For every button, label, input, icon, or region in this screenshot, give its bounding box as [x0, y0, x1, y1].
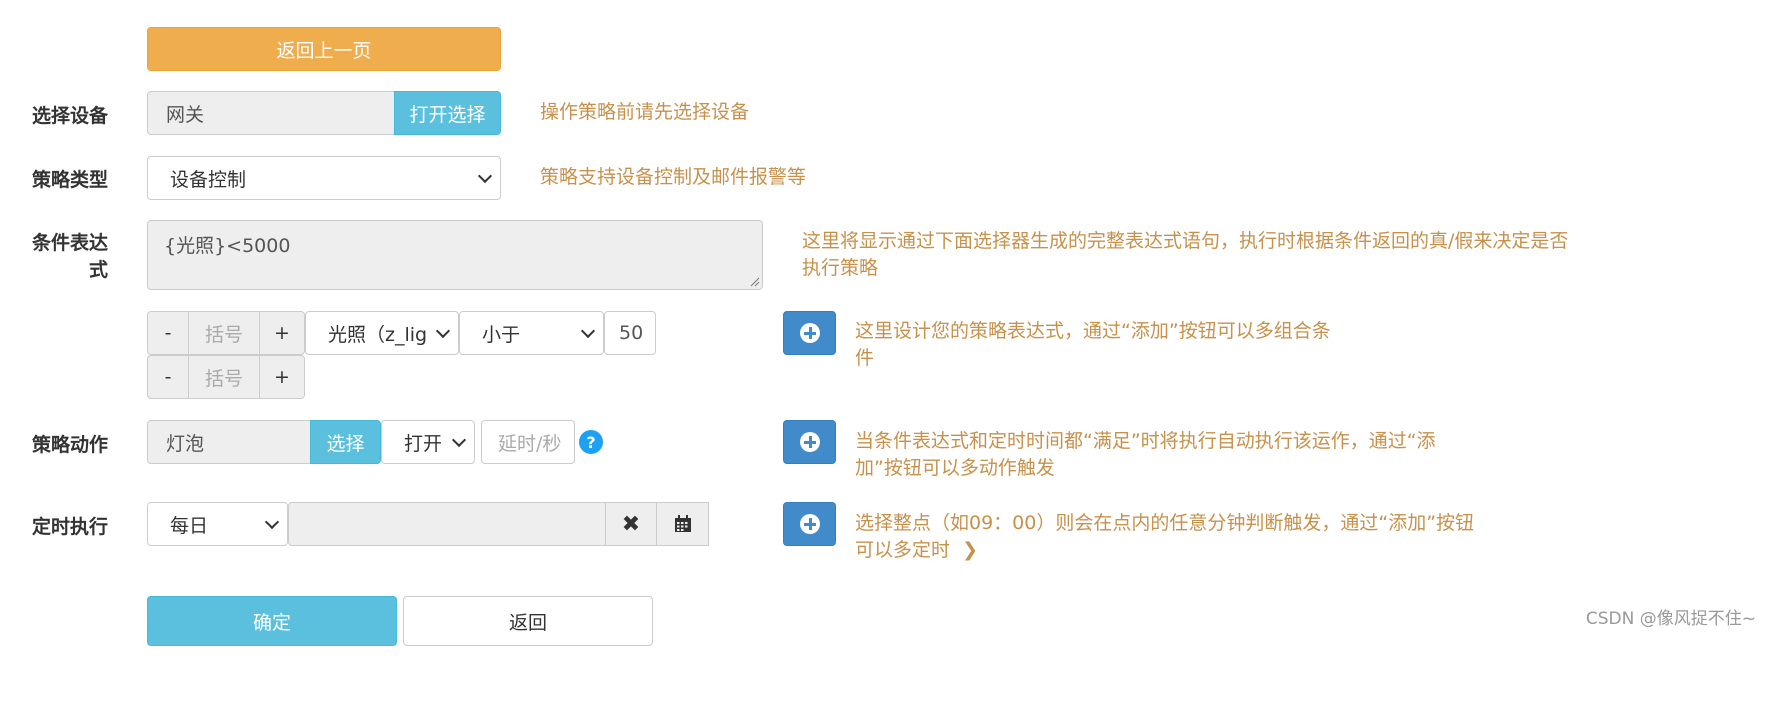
builder-hint-line2: 件	[855, 347, 875, 369]
bracket-minus-button-2[interactable]: -	[147, 355, 189, 399]
bracket-plus-button-2[interactable]: +	[259, 355, 305, 399]
strategy-type-label: 策略类型	[31, 169, 108, 191]
threshold-value-input[interactable]: 50	[604, 311, 656, 355]
return-button[interactable]: 返回	[403, 596, 653, 646]
add-action-button[interactable]	[783, 420, 836, 464]
csdn-watermark: CSDN @像风捉不住~	[1585, 609, 1756, 629]
sensor-value: 光照（z_lig	[328, 323, 428, 346]
schedule-time-input[interactable]	[288, 502, 606, 546]
confirm-button[interactable]: 确定	[147, 596, 397, 646]
add-schedule-button[interactable]	[783, 502, 836, 546]
action-hint-line1: 当条件表达式和定时时间都“满足”时将执行自动执行该运作，通过“添	[855, 430, 1436, 452]
question-circle-icon[interactable]: ?	[579, 430, 603, 454]
plus-circle-icon	[799, 432, 820, 452]
condition-expression-text: {光照}<5000	[164, 235, 291, 257]
condition-hint: 这里将显示通过下面选择器生成的完整表达式语句，执行时根据条件返回的真/假来决定是…	[802, 228, 1568, 282]
bracket-input[interactable]: 括号	[188, 311, 260, 355]
device-hint: 操作策略前请先选择设备	[540, 101, 750, 123]
bracket-placeholder: 括号	[204, 323, 243, 346]
operator-select[interactable]: 小于	[459, 311, 604, 355]
bracket-plus-button[interactable]: +	[259, 311, 305, 355]
chevron-right-icon[interactable]: ❯	[962, 539, 978, 561]
chevron-down-icon	[451, 432, 467, 448]
action-label: 策略动作	[31, 434, 108, 456]
resize-handle-icon[interactable]	[750, 277, 760, 287]
chevron-down-icon	[477, 168, 493, 184]
device-field[interactable]: 网关	[147, 91, 395, 135]
action-hint-line2: 加”按钮可以多动作触发	[855, 457, 1055, 479]
device-label: 选择设备	[31, 105, 108, 127]
schedule-hint: 选择整点（如09：00）则会在点内的任意分钟判断触发，通过“添加”按钮 可以多定…	[855, 510, 1474, 564]
bracket-input-2[interactable]: 括号	[188, 355, 260, 399]
action-state-select[interactable]: 打开	[381, 420, 475, 464]
builder-hint-line1: 这里设计您的策略表达式，通过“添加”按钮可以多组合条	[855, 320, 1331, 342]
strategy-type-hint: 策略支持设备控制及邮件报警等	[540, 166, 807, 188]
times-icon[interactable]: ✖	[605, 502, 657, 546]
sensor-select[interactable]: 光照（z_lig	[305, 311, 459, 355]
chevron-down-icon	[580, 323, 596, 339]
action-state-value: 打开	[404, 432, 443, 455]
schedule-frequency-value: 每日	[170, 514, 209, 537]
builder-hint: 这里设计您的策略表达式，通过“添加”按钮可以多组合条 件	[855, 318, 1331, 372]
calendar-button[interactable]	[656, 502, 709, 546]
schedule-label: 定时执行	[31, 516, 108, 538]
plus-circle-icon	[799, 323, 820, 343]
chevron-down-icon	[435, 323, 451, 339]
schedule-hint-line2: 可以多定时	[855, 539, 951, 561]
schedule-hint-line1: 选择整点（如09：00）则会在点内的任意分钟判断触发，通过“添加”按钮	[855, 512, 1475, 534]
action-hint: 当条件表达式和定时时间都“满足”时将执行自动执行该运作，通过“添 加”按钮可以多…	[855, 428, 1436, 482]
condition-label-line1: 条件表达	[31, 232, 108, 254]
condition-expression-textarea[interactable]: {光照}<5000	[147, 220, 763, 290]
bracket-placeholder-2: 括号	[204, 367, 243, 390]
plus-circle-icon	[799, 514, 820, 534]
condition-hint-line2: 执行策略	[802, 257, 879, 279]
add-condition-button[interactable]	[783, 311, 836, 355]
open-select-button[interactable]: 打开选择	[394, 91, 501, 135]
condition-label-line2: 式	[88, 259, 108, 281]
bracket-minus-button[interactable]: -	[147, 311, 189, 355]
operator-value: 小于	[482, 323, 521, 346]
strategy-type-value: 设备控制	[170, 168, 247, 191]
schedule-frequency-select[interactable]: 每日	[147, 502, 288, 546]
strategy-type-select[interactable]: 设备控制	[147, 156, 501, 200]
back-to-previous-button[interactable]: 返回上一页	[147, 27, 501, 71]
schedule-hint-line2-wrap: 可以多定时 ❯	[855, 537, 1474, 564]
delay-placeholder: 延时/秒	[498, 432, 562, 455]
condition-label: 条件表达 式	[18, 230, 108, 284]
calendar-icon	[674, 515, 691, 532]
threshold-value: 50	[619, 322, 644, 344]
action-select-button[interactable]: 选择	[310, 420, 381, 464]
chevron-down-icon	[264, 514, 280, 530]
delay-seconds-input[interactable]: 延时/秒	[481, 420, 575, 464]
condition-hint-line1: 这里将显示通过下面选择器生成的完整表达式语句，执行时根据条件返回的真/假来决定是…	[802, 230, 1569, 252]
action-device-field[interactable]: 灯泡	[147, 420, 311, 464]
